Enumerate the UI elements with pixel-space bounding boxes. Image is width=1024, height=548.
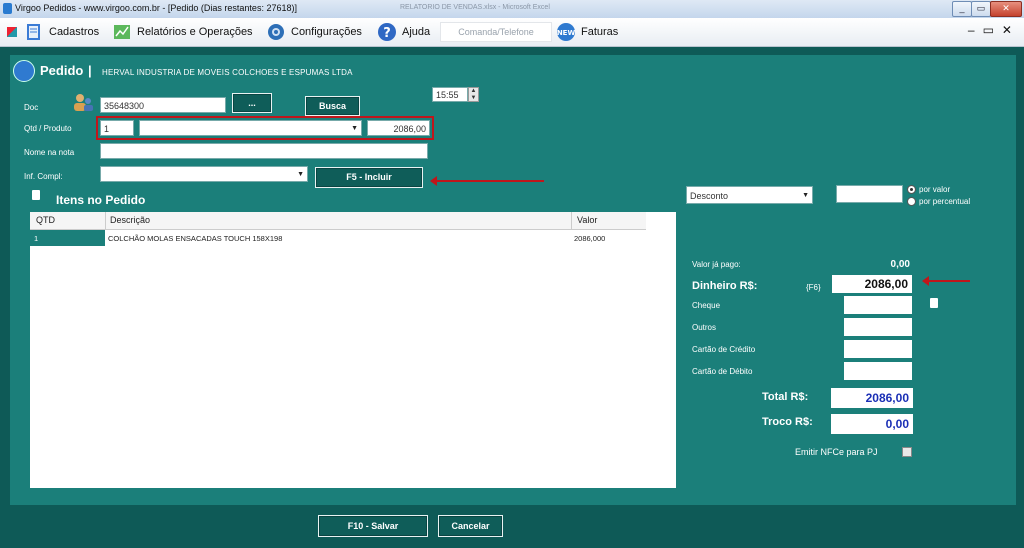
doc-label: Doc	[24, 103, 39, 112]
items-table[interactable]: QTD Descrição Valor 1 COLCHÃO MOLAS ENSA…	[30, 212, 676, 488]
row-qtd-cell	[30, 230, 105, 246]
cartao-credito-label: Cartão de Crédito	[692, 345, 756, 354]
window-title: Virgoo Pedidos - www.virgoo.com.br - [Pe…	[15, 3, 297, 13]
nfce-label: Emitir NFCe para PJ	[795, 447, 878, 457]
qtd-input[interactable]: 1	[100, 120, 134, 136]
annotation-arrow	[922, 276, 970, 286]
chevron-down-icon: ▼	[297, 171, 304, 178]
chart-icon	[114, 25, 130, 39]
troco-value: 0,00	[831, 414, 913, 434]
menu-label: Configurações	[291, 26, 362, 38]
menu-label: Faturas	[581, 26, 619, 38]
items-icon	[32, 190, 40, 200]
produto-select[interactable]: ▼	[139, 120, 362, 136]
faturas-icon: NEW	[557, 23, 576, 41]
time-input[interactable]: 15:55	[432, 87, 468, 102]
menu-label: Cadastros	[49, 26, 100, 38]
chevron-down-icon: ▼	[351, 125, 358, 132]
cartao-credito-input[interactable]	[844, 340, 912, 358]
cartao-debito-label: Cartão de Débito	[692, 367, 753, 376]
outros-label: Outros	[692, 323, 717, 332]
dinheiro-input[interactable]: 2086,00	[832, 275, 912, 293]
desconto-select[interactable]: Desconto ▼	[686, 186, 813, 204]
nfce-checkbox[interactable]	[902, 447, 912, 457]
cancelar-button[interactable]: Cancelar	[438, 515, 503, 537]
title-separator: |	[88, 63, 92, 78]
por-percentual-label: por percentual	[919, 197, 971, 206]
svg-text:?: ?	[383, 26, 391, 41]
nome-na-nota-input[interactable]	[100, 143, 428, 159]
title-bar: Virgoo Pedidos - www.virgoo.com.br - [Pe…	[0, 0, 1024, 18]
busca-button[interactable]: Busca	[305, 96, 360, 116]
page-title: Pedido	[40, 63, 84, 78]
company-name: HERVAL INDUSTRIA DE MOVEIS COLCHOES E ES…	[102, 68, 353, 77]
close-button[interactable]: ✕	[990, 1, 1022, 17]
salvar-button[interactable]: F10 - Salvar	[318, 515, 428, 537]
qtd-produto-label: Qtd / Produto	[24, 124, 72, 133]
por-percentual-option[interactable]: por percentual	[907, 197, 970, 206]
customer-icon	[72, 92, 94, 112]
cheque-input[interactable]	[844, 296, 912, 314]
column-divider	[105, 212, 106, 229]
mdi-controls[interactable]: –▭✕	[968, 23, 1020, 37]
background-window-title: RELATORIO DE VENDAS.xlsx - Microsoft Exc…	[400, 4, 550, 11]
cadastros-icon	[27, 24, 40, 40]
minimize-button[interactable]: _	[952, 1, 972, 17]
table-row[interactable]: 1 COLCHÃO MOLAS ENSACADAS TOUCH 158X198 …	[30, 230, 646, 246]
annotation-arrow	[430, 176, 544, 186]
menu-label: Relatórios e Operações	[137, 26, 253, 38]
total-value: 2086,00	[831, 388, 913, 408]
help-icon: ?	[378, 23, 396, 41]
chevron-down-icon: ▼	[802, 192, 809, 199]
menu-label: Ajuda	[402, 26, 431, 38]
por-valor-label: por valor	[919, 185, 951, 194]
menu-cadastros[interactable]: Cadastros	[24, 18, 99, 46]
maximize-button[interactable]: ▭	[971, 1, 991, 17]
radio-por-percentual[interactable]	[907, 197, 916, 206]
menu-relatorios[interactable]: Relatórios e Operações	[112, 18, 253, 46]
por-valor-option[interactable]: por valor	[907, 185, 950, 194]
menu-faturas[interactable]: NEW Faturas	[556, 18, 618, 46]
row-valor: 2086,000	[574, 234, 606, 243]
inf-compl-select[interactable]: ▼	[100, 166, 308, 182]
pedido-icon	[13, 60, 35, 82]
nome-na-nota-label: Nome na nota	[24, 148, 75, 157]
desconto-label: Desconto	[690, 191, 729, 201]
preco-input[interactable]: 2086,00	[367, 120, 430, 136]
menu-bar: Cadastros Relatórios e Operações Configu…	[0, 18, 1024, 47]
items-table-header: QTD Descrição Valor	[30, 212, 646, 230]
menu-configuracoes[interactable]: Configurações	[266, 18, 362, 46]
svg-text:NEW: NEW	[557, 29, 576, 37]
cheque-label: Cheque	[692, 301, 721, 310]
incluir-button[interactable]: F5 - Incluir	[315, 167, 423, 188]
comanda-telefone-input[interactable]: Comanda/Telefone	[440, 22, 552, 42]
column-divider	[571, 212, 572, 229]
cartao-debito-input[interactable]	[844, 362, 912, 380]
app-icon	[3, 3, 12, 14]
gear-icon	[268, 24, 284, 40]
row-qtd: 1	[34, 234, 39, 243]
dinheiro-label: Dinheiro R$:	[692, 280, 758, 292]
doc-input[interactable]: 35648300	[100, 97, 226, 113]
radio-por-valor[interactable]	[907, 185, 916, 194]
row-descricao: COLCHÃO MOLAS ENSACADAS TOUCH 158X198	[108, 234, 283, 243]
dinheiro-hotkey: {F6}	[806, 283, 821, 292]
cheque-detail-icon[interactable]	[930, 298, 938, 308]
time-spinner[interactable]: ▲ ▼	[468, 87, 479, 102]
valor-ja-pago-value: 0,00	[890, 259, 910, 270]
app-menu-icon[interactable]	[7, 27, 17, 37]
menu-ajuda[interactable]: ? Ajuda	[377, 18, 430, 46]
desconto-input[interactable]	[836, 185, 903, 203]
total-label: Total R$:	[762, 391, 809, 403]
doc-more-button[interactable]: ...	[232, 93, 272, 113]
column-header[interactable]: QTD	[36, 215, 55, 225]
column-header[interactable]: Descrição	[110, 215, 150, 225]
outros-input[interactable]	[844, 318, 912, 336]
items-title: Itens no Pedido	[56, 193, 146, 207]
inf-compl-label: Inf. Compl:	[24, 172, 63, 181]
valor-ja-pago-label: Valor já pago:	[692, 260, 741, 269]
troco-label: Troco R$:	[762, 416, 813, 428]
column-header[interactable]: Valor	[577, 215, 597, 225]
